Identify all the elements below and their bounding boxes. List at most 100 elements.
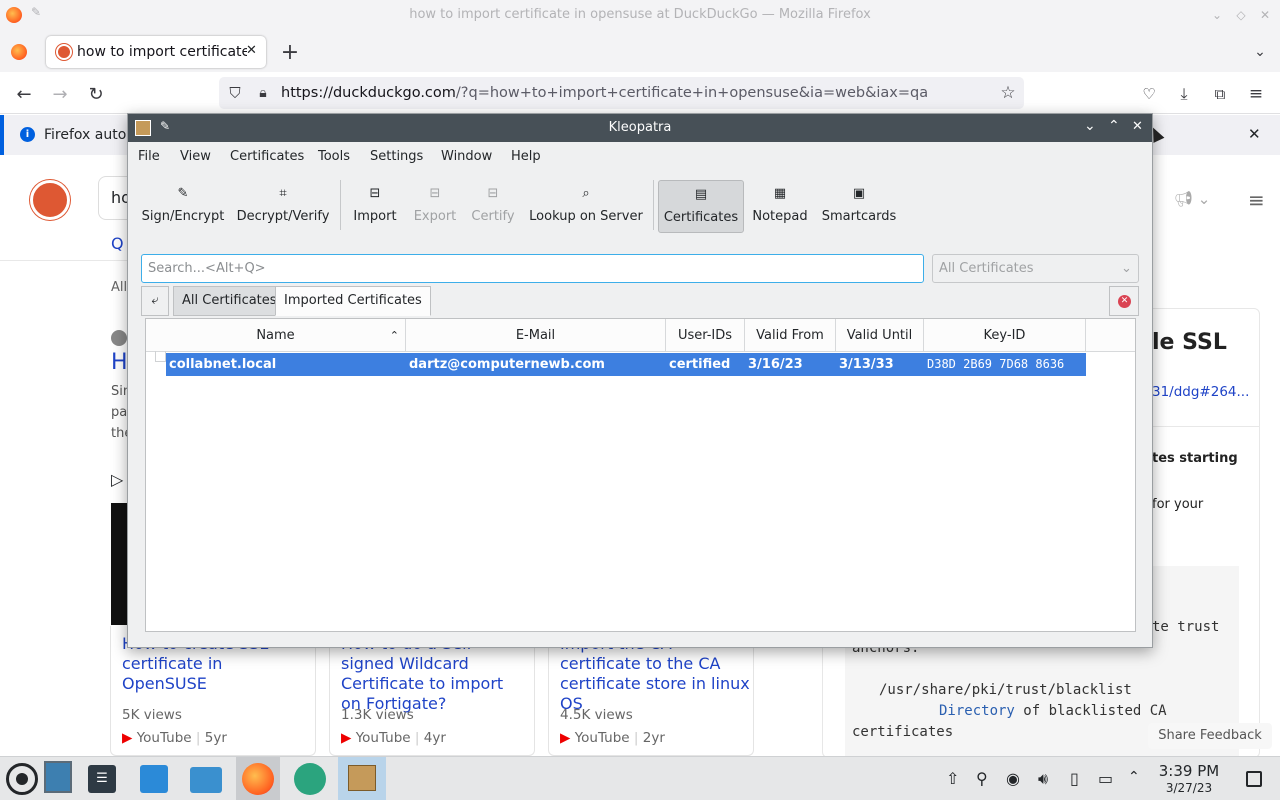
code-directory: Directory of blacklisted CA — [939, 703, 1167, 719]
search-icon: ⌕ — [582, 185, 590, 201]
menu-certificates[interactable]: Certificates — [230, 142, 304, 172]
minimize-icon[interactable]: ⌄ — [1208, 6, 1226, 24]
column-header-name[interactable]: Name ⌃ — [146, 319, 406, 352]
column-header-email[interactable]: E-Mail — [406, 319, 666, 352]
new-tab-icon[interactable]: + — [278, 40, 302, 65]
result-title[interactable]: H — [111, 350, 128, 375]
firefox-taskbar-icon[interactable] — [236, 757, 280, 800]
video-source: ▶ YouTube | 4yr — [341, 730, 446, 746]
answer-text-2: for your — [1152, 497, 1204, 512]
close-window-icon[interactable]: ✕ — [1256, 6, 1274, 24]
toolbar-separator — [340, 180, 341, 230]
kleopatra-tray-icon[interactable]: ◉ — [1006, 769, 1020, 788]
bookmark-star-icon[interactable]: ☆ — [998, 83, 1018, 103]
forward-icon[interactable]: → — [48, 82, 72, 106]
extensions-icon[interactable]: ⧉ — [1208, 82, 1232, 106]
video-source: ▶ YouTube | 2yr — [560, 730, 665, 746]
peek-desktop-icon[interactable] — [1246, 771, 1262, 787]
show-desktop-icon[interactable] — [44, 761, 72, 793]
maximize-icon[interactable]: ◇ — [1232, 6, 1250, 24]
share-feedback-button[interactable]: Share Feedback — [1148, 723, 1272, 749]
ddg-header-megaphone-icon[interactable]: 📢︎ ⌄ — [1174, 190, 1210, 208]
file-manager-icon[interactable] — [190, 767, 222, 793]
tracking-protection-icon[interactable]: ⛉ — [225, 83, 245, 103]
lookup-on-server-button[interactable]: ⌕ Lookup on Server — [528, 180, 644, 233]
column-header-valid-from[interactable]: Valid From — [745, 319, 836, 352]
menu-window[interactable]: Window — [441, 142, 492, 172]
clock-time[interactable]: 3:39 PM — [1150, 762, 1228, 780]
notepad-icon: ▦ — [773, 185, 787, 201]
task-manager-icon[interactable] — [294, 763, 326, 795]
duckduckgo-favicon-icon — [56, 44, 72, 60]
window-close-icon[interactable]: ✕ — [1132, 119, 1143, 134]
row-checkbox[interactable] — [155, 351, 166, 362]
pin-icon[interactable]: ✎ — [31, 5, 41, 19]
menu-help[interactable]: Help — [511, 142, 541, 172]
code-last-line: certificates — [852, 724, 954, 740]
tab-close-icon[interactable]: ✕ — [246, 43, 257, 58]
cell-email: dartz@computernewb.com — [409, 357, 605, 372]
certificate-search-input[interactable]: Search...<Alt+Q> — [141, 254, 924, 283]
video-views: 1.3K views — [341, 707, 414, 723]
back-icon[interactable]: ← — [12, 82, 36, 106]
window-minimize-icon[interactable]: ⌄ — [1084, 118, 1096, 134]
ddg-menu-icon[interactable]: ≡ — [1248, 188, 1265, 212]
all-regions-fragment: All — [111, 280, 128, 295]
certify-icon: ⊟ — [487, 185, 499, 201]
menu-file[interactable]: File — [138, 142, 160, 172]
import-icon: ⊟ — [369, 185, 381, 201]
app-menu-icon[interactable]: ≡ — [1244, 82, 1268, 106]
menu-settings[interactable]: Settings — [370, 142, 423, 172]
kleopatra-titlebar: ✎ Kleopatra ⌄ ⌃ ✕ — [128, 114, 1152, 142]
clock-date[interactable]: 3/27/23 — [1150, 781, 1228, 795]
volume-icon[interactable]: 🔊︎ — [1038, 769, 1048, 789]
discover-store-icon[interactable] — [140, 765, 168, 793]
kde-connect-tray-icon[interactable]: ⚲ — [976, 769, 988, 788]
column-header-key-id[interactable]: Key-ID — [924, 319, 1086, 352]
table-row[interactable]: collabnet.local dartz@computernewb.com c… — [166, 353, 1086, 376]
list-tabs-icon[interactable]: ⌄ — [1248, 40, 1272, 64]
cell-name: collabnet.local — [169, 357, 277, 372]
firefox-view-icon[interactable] — [11, 44, 27, 60]
new-tab-icon[interactable]: ⤶ — [141, 286, 169, 316]
lock-icon[interactable]: 🔒︎ — [253, 83, 273, 103]
smartcards-button[interactable]: ▣ Smartcards — [820, 180, 898, 233]
menu-tools[interactable]: Tools — [318, 142, 350, 172]
duckduckgo-logo-icon[interactable] — [30, 180, 70, 220]
import-button[interactable]: ⊟ Import — [348, 180, 402, 233]
tab-all-certificates[interactable]: All Certificates — [173, 286, 286, 316]
taskbar: ☰ ⇧ ⚲ ◉ 🔊︎ ▯ ▭ ⌃ 3:39 PM 3/27/23 — [0, 756, 1280, 800]
column-header-user-ids[interactable]: User-IDs — [666, 319, 745, 352]
column-header-valid-until[interactable]: Valid Until — [836, 319, 924, 352]
menu-view[interactable]: View — [180, 142, 211, 172]
application-launcher-icon[interactable] — [6, 763, 38, 795]
answer-link[interactable]: 31/ddg#264... — [1152, 384, 1249, 400]
sign-encrypt-button[interactable]: ✎ Sign/Encrypt — [140, 180, 226, 233]
certificate-filter-select[interactable]: All Certificates ⌄ — [932, 254, 1139, 283]
certificates-view-button[interactable]: ▤ Certificates — [658, 180, 744, 233]
kleopatra-taskbar-icon[interactable] — [338, 757, 386, 800]
pocket-icon[interactable]: ♡ — [1137, 82, 1161, 106]
certify-button[interactable]: ⊟ Certify — [468, 180, 518, 233]
tab-imported-certificates[interactable]: Imported Certificates — [275, 286, 431, 316]
close-tab-icon[interactable]: ✕ — [1109, 286, 1139, 316]
certificate-tab-bar: ⤶ All Certificates Imported Certificates… — [141, 286, 1139, 316]
export-icon: ⊟ — [429, 185, 441, 201]
export-button[interactable]: ⊟ Export — [410, 180, 460, 233]
notepad-button[interactable]: ▦ Notepad — [750, 180, 810, 233]
url-bar[interactable]: ⛉ 🔒︎ https://duckduckgo.com/?q=how+to+im… — [219, 77, 1024, 109]
search-tab-icon[interactable]: Q — [111, 234, 124, 253]
tab-duckduckgo[interactable]: how to import certificate in opensuse at… — [46, 36, 266, 68]
window-maximize-icon[interactable]: ⌃ — [1108, 118, 1120, 134]
network-icon[interactable]: ▭ — [1098, 769, 1113, 788]
notification-close-icon[interactable]: ✕ — [1248, 125, 1261, 143]
tab-title: how to import certificate in opensuse at… — [77, 44, 247, 60]
downloads-icon[interactable]: ⤓ — [1172, 82, 1196, 106]
reload-icon[interactable]: ↻ — [84, 82, 108, 106]
decrypt-verify-button[interactable]: ⌗ Decrypt/Verify — [234, 180, 332, 233]
battery-icon[interactable]: ▯ — [1070, 769, 1079, 788]
updates-tray-icon[interactable]: ⇧ — [946, 769, 959, 788]
show-hidden-icons-icon[interactable]: ⌃ — [1128, 769, 1140, 785]
system-settings-icon[interactable]: ☰ — [88, 765, 116, 793]
chevron-down-icon: ⌄ — [1121, 261, 1132, 276]
